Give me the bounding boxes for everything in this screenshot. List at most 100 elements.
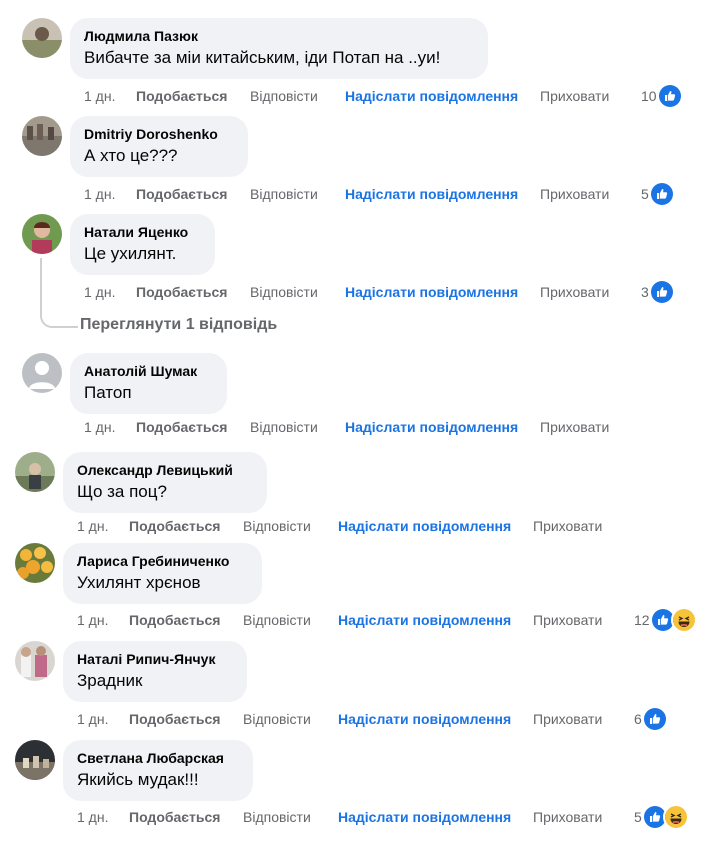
comment-bubble: Наталі Рипич-Янчук Зрадник [63,641,247,702]
avatar[interactable] [22,18,62,58]
reply-button[interactable]: Відповісти [250,416,318,438]
reaction-summary[interactable]: 3 [641,279,675,305]
avatar[interactable] [15,452,55,492]
send-message-button[interactable]: Надіслати повідомлення [345,85,518,107]
like-button[interactable]: Подобається [129,515,220,537]
reply-button[interactable]: Відповісти [250,85,318,107]
reply-button[interactable]: Відповісти [243,609,311,631]
comment-bubble: Олександр Левицький Що за поц? [63,452,267,513]
like-icon [656,83,683,109]
comment-author[interactable]: Людмила Пазюк [84,27,474,45]
like-button[interactable]: Подобається [129,806,220,828]
comment-author[interactable]: Светлана Любарская [77,749,239,767]
comment-time[interactable]: 1 дн. [77,806,108,828]
comment-bubble: Dmitriy Doroshenko А хто це??? [70,116,248,177]
haha-icon [670,607,697,633]
reply-thread-line [40,258,78,328]
comment-text: Патоп [84,383,132,402]
like-button[interactable]: Подобається [129,708,220,730]
avatar[interactable] [22,214,62,254]
comment-author[interactable]: Лариса Гребиниченко [77,552,248,570]
comment-text: Це ухилянт. [84,244,177,263]
comment-author[interactable]: Натали Яценко [84,223,201,241]
comment-actions: 1 дн. Подобається Відповісти Надіслати п… [0,85,709,107]
hide-button[interactable]: Приховати [540,183,609,205]
hide-button[interactable]: Приховати [540,281,609,303]
comment-bubble: Лариса Гребиниченко Ухилянт хрєнов [63,543,262,604]
comment-time[interactable]: 1 дн. [77,609,108,631]
comment-text: Якийсь мудак!!! [77,770,199,789]
comment-author[interactable]: Наталі Рипич-Янчук [77,650,233,668]
comment-author[interactable]: Dmitriy Doroshenko [84,125,234,143]
send-message-button[interactable]: Надіслати повідомлення [338,609,511,631]
comment-text: Ухилянт хрєнов [77,573,201,592]
comment-text: Що за поц? [77,482,167,501]
avatar[interactable] [15,740,55,780]
like-button[interactable]: Подобається [136,281,227,303]
comment-time[interactable]: 1 дн. [84,183,115,205]
comment-author[interactable]: Олександр Левицький [77,461,253,479]
comment-time[interactable]: 1 дн. [77,515,108,537]
comment-bubble: Анатолій Шумак Патоп [70,353,227,414]
reply-button[interactable]: Відповісти [250,183,318,205]
like-icon [648,181,675,207]
hide-button[interactable]: Приховати [533,708,602,730]
send-message-button[interactable]: Надіслати повідомлення [345,281,518,303]
reaction-count: 6 [634,711,642,727]
comment-actions: 1 дн. Подобається Відповісти Надіслати п… [0,515,709,537]
comment-text: А хто це??? [84,146,178,165]
hide-button[interactable]: Приховати [540,416,609,438]
comment-time[interactable]: 1 дн. [77,708,108,730]
like-button[interactable]: Подобається [136,85,227,107]
reaction-summary[interactable]: 5 [641,181,675,207]
reply-button[interactable]: Відповісти [243,515,311,537]
hide-button[interactable]: Приховати [540,85,609,107]
comment-author[interactable]: Анатолій Шумак [84,362,213,380]
avatar[interactable] [15,543,55,583]
comment-actions: 1 дн. Подобається Відповісти Надіслати п… [0,416,709,438]
comment-actions: 1 дн. Подобається Відповісти Надіслати п… [0,281,709,303]
reaction-summary[interactable]: 10 [641,83,683,109]
reaction-count: 5 [641,186,649,202]
like-button[interactable]: Подобається [129,609,220,631]
reaction-summary[interactable]: 5 [634,804,689,830]
send-message-button[interactable]: Надіслати повідомлення [345,416,518,438]
send-message-button[interactable]: Надіслати повідомлення [338,515,511,537]
comment-bubble: Светлана Любарская Якийсь мудак!!! [63,740,253,801]
avatar[interactable] [22,116,62,156]
comment-time[interactable]: 1 дн. [84,281,115,303]
reaction-count: 10 [641,88,657,104]
comment-time[interactable]: 1 дн. [84,416,115,438]
hide-button[interactable]: Приховати [533,609,602,631]
reaction-count: 12 [634,612,650,628]
comment-actions: 1 дн. Подобається Відповісти Надіслати п… [0,183,709,205]
reaction-summary[interactable]: 12 [634,607,697,633]
reaction-count: 5 [634,809,642,825]
reply-button[interactable]: Відповісти [243,806,311,828]
reaction-count: 3 [641,284,649,300]
avatar[interactable] [15,641,55,681]
like-button[interactable]: Подобається [136,183,227,205]
comment-text: Зрадник [77,671,143,690]
comment-bubble: Натали Яценко Це ухилянт. [70,214,215,275]
comment-actions: 1 дн. Подобається Відповісти Надіслати п… [0,806,709,828]
comment-text: Вибачте за міи китайським, іди Потап на … [84,48,441,67]
comment-actions: 1 дн. Подобається Відповісти Надіслати п… [0,609,709,631]
send-message-button[interactable]: Надіслати повідомлення [345,183,518,205]
comment-time[interactable]: 1 дн. [84,85,115,107]
like-button[interactable]: Подобається [136,416,227,438]
reaction-summary[interactable]: 6 [634,706,668,732]
comment-actions: 1 дн. Подобається Відповісти Надіслати п… [0,708,709,730]
view-replies-link[interactable]: Переглянути 1 відповідь [80,316,277,334]
reply-button[interactable]: Відповісти [243,708,311,730]
send-message-button[interactable]: Надіслати повідомлення [338,806,511,828]
avatar[interactable] [22,353,62,393]
like-icon [648,279,675,305]
send-message-button[interactable]: Надіслати повідомлення [338,708,511,730]
reply-button[interactable]: Відповісти [250,281,318,303]
haha-icon [662,804,689,830]
like-icon [641,706,668,732]
comment-bubble: Людмила Пазюк Вибачте за міи китайським,… [70,18,488,79]
hide-button[interactable]: Приховати [533,515,602,537]
hide-button[interactable]: Приховати [533,806,602,828]
